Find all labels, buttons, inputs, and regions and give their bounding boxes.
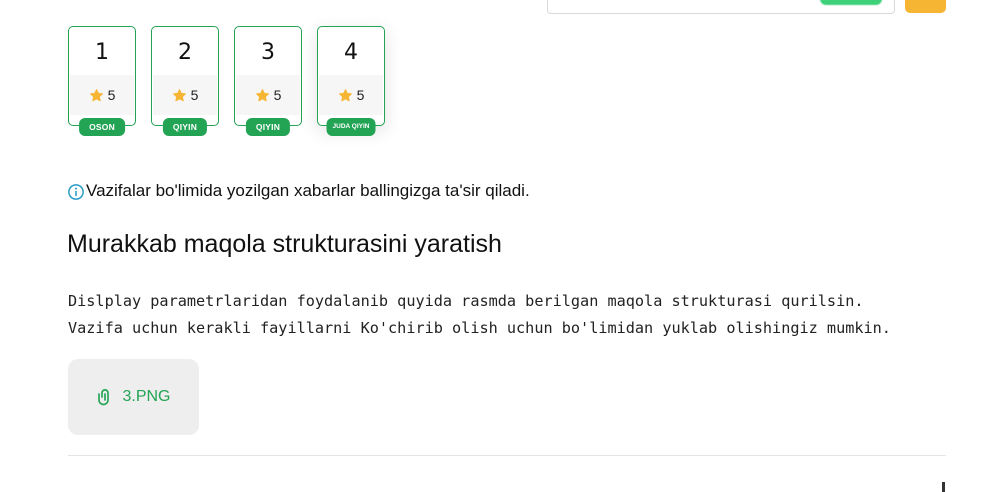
difficulty-badge: QIYIN xyxy=(245,118,291,136)
task-card-rating: 5 xyxy=(236,75,300,115)
section-divider xyxy=(68,455,946,456)
task-title: Murakkab maqola strukturasini yaratish xyxy=(67,230,502,258)
task-cards: 1 5 OSON 2 5 QIYIN 3 5 QIYIN 4 5 JUDA QI… xyxy=(68,26,385,136)
task-card-number: 3 xyxy=(261,40,275,65)
scroll-indicator xyxy=(942,482,945,492)
task-description: Dislplay parametrlaridan foydalanib quyi… xyxy=(68,288,891,342)
task-card-rating: 5 xyxy=(319,75,383,115)
star-icon xyxy=(172,88,186,101)
task-card-rating: 5 xyxy=(70,75,134,115)
paperclip-icon xyxy=(98,389,110,406)
top-input-field[interactable] xyxy=(547,0,895,14)
description-line-2: Vazifa uchun kerakli fayillarni Ko'chiri… xyxy=(68,319,891,337)
info-notice: Vazifalar bo'limida yozilgan xabarlar ba… xyxy=(67,181,530,201)
difficulty-badge: JUDA QIYIN xyxy=(326,118,376,136)
attachment-filename: 3.PNG xyxy=(122,388,171,405)
info-circle-icon xyxy=(68,184,84,200)
star-icon xyxy=(338,88,352,101)
info-text: Vazifalar bo'limida yozilgan xabarlar ba… xyxy=(86,181,530,200)
top-orange-button[interactable] xyxy=(905,0,946,13)
task-card-number: 4 xyxy=(344,40,358,65)
star-icon xyxy=(255,88,269,101)
top-green-button[interactable] xyxy=(820,0,882,5)
task-card-2[interactable]: 2 5 QIYIN xyxy=(151,26,219,136)
description-line-1: Dislplay parametrlaridan foydalanib quyi… xyxy=(68,292,864,310)
difficulty-badge: OSON xyxy=(79,118,125,136)
task-card-4[interactable]: 4 5 JUDA QIYIN xyxy=(317,26,385,136)
task-card-rating: 5 xyxy=(153,75,217,115)
difficulty-badge: QIYIN xyxy=(162,118,208,136)
task-card-1[interactable]: 1 5 OSON xyxy=(68,26,136,136)
star-icon xyxy=(89,88,103,101)
rating-value: 5 xyxy=(273,87,282,103)
rating-value: 5 xyxy=(107,87,116,103)
task-card-3[interactable]: 3 5 QIYIN xyxy=(234,26,302,136)
task-card-number: 2 xyxy=(178,40,192,65)
rating-value: 5 xyxy=(190,87,199,103)
rating-value: 5 xyxy=(356,87,365,103)
attachment-file[interactable]: 3.PNG xyxy=(68,359,199,435)
task-card-number: 1 xyxy=(95,40,109,65)
